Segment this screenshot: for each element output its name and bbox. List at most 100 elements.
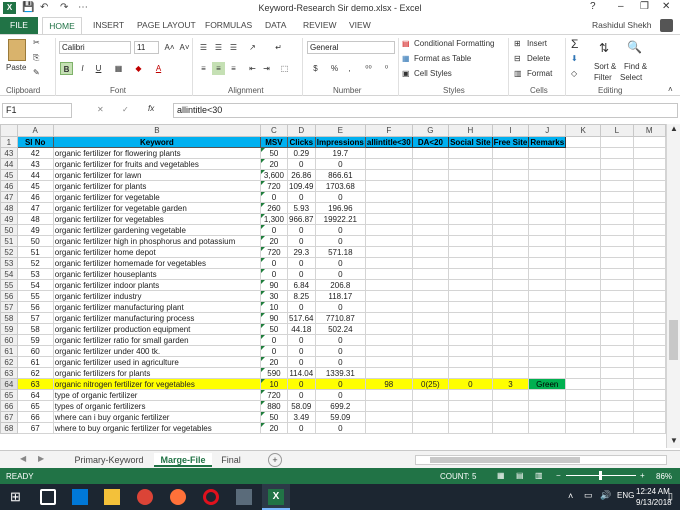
cell[interactable]: organic fertilizer production equipment [52,323,262,335]
wrap-text-icon[interactable]: ↵ [272,41,285,54]
windows-start-icon[interactable]: ⊞ [10,489,21,505]
cell[interactable]: 29.3 [286,246,316,258]
cell[interactable]: 50 [260,411,288,423]
cell[interactable]: 0 [314,345,366,357]
cell[interactable]: 10 [260,301,288,313]
cell[interactable] [528,180,567,192]
align-right-icon[interactable]: ≡ [227,62,240,75]
row-header[interactable]: 64 [0,378,18,390]
cell[interactable]: 0 [260,191,288,203]
row-header[interactable]: 51 [0,235,18,247]
cell[interactable] [632,191,667,203]
cell[interactable] [528,389,567,401]
cell[interactable]: 20 [260,235,288,247]
cell[interactable]: organic fertilizer manufacturing process [52,312,262,324]
cell[interactable]: 260 [260,202,288,214]
cell[interactable]: 0 [314,334,366,346]
cell[interactable] [491,224,530,236]
column-header[interactable]: C [260,124,288,137]
cell[interactable] [411,235,450,247]
autosum-icon[interactable]: Σ [571,37,578,51]
filter-label[interactable]: Filter [594,73,612,82]
cell[interactable]: 0.29 [286,147,316,159]
cell[interactable]: 67 [16,422,54,434]
cell[interactable]: 54 [16,279,54,291]
firefox-icon[interactable] [170,489,186,505]
cell[interactable]: 0 [260,224,288,236]
cell[interactable]: 0 [314,268,366,280]
cell[interactable] [491,389,530,401]
cell[interactable] [565,367,602,379]
cell[interactable] [448,268,493,280]
cell[interactable] [565,202,602,214]
cell[interactable] [632,290,667,302]
cell[interactable]: 571.18 [314,246,366,258]
cell[interactable] [565,422,602,434]
cell[interactable] [364,180,413,192]
cell[interactable] [565,356,602,368]
cell[interactable] [411,400,450,412]
cell[interactable] [364,367,413,379]
cell[interactable] [411,279,450,291]
cell[interactable]: 19.7 [314,147,366,159]
cell[interactable] [491,279,530,291]
cell[interactable]: organic fertilizer for fruits and vegeta… [52,158,262,170]
cell[interactable]: 3,600 [260,169,288,181]
orientation-icon[interactable]: ↗ [246,41,259,54]
cell[interactable] [448,400,493,412]
bold-button[interactable]: B [60,62,73,75]
align-middle-icon[interactable]: ☰ [212,41,225,54]
row-header[interactable]: 47 [0,191,18,203]
cell[interactable] [528,279,567,291]
cell[interactable]: 114.04 [286,367,316,379]
cell[interactable] [528,246,567,258]
cell[interactable]: 0 [286,356,316,368]
cell[interactable] [491,191,530,203]
cell[interactable] [411,411,450,423]
cell[interactable] [632,356,667,368]
comma-button[interactable]: , [343,62,356,75]
cell[interactable]: 0 [314,224,366,236]
cell[interactable]: 0 [260,257,288,269]
column-header[interactable]: L [600,124,634,137]
cell[interactable] [364,301,413,313]
cell[interactable] [528,312,567,324]
column-header[interactable]: G [411,124,450,137]
cell[interactable] [565,136,602,148]
cell[interactable] [528,301,567,313]
cell[interactable] [632,136,667,148]
cell[interactable] [600,290,634,302]
cell[interactable]: 206.8 [314,279,366,291]
cell[interactable] [448,257,493,269]
cell[interactable]: 55 [16,290,54,302]
cell[interactable]: organic nitrogen fertilizer for vegetabl… [52,378,262,390]
cell[interactable]: organic fertilizer for vegetable [52,191,262,203]
row-header[interactable]: 54 [0,268,18,280]
row-header[interactable]: 57 [0,301,18,313]
cell[interactable] [411,180,450,192]
cell[interactable] [565,224,602,236]
cell[interactable] [565,191,602,203]
cell[interactable] [632,213,667,225]
cell[interactable] [600,224,634,236]
cell[interactable]: 1703.68 [314,180,366,192]
cell[interactable] [491,213,530,225]
cell[interactable]: Impressions [314,136,366,148]
conditional-formatting-button[interactable]: Conditional Formatting [414,39,494,48]
cell[interactable] [600,356,634,368]
cell[interactable] [448,213,493,225]
row-header[interactable]: 62 [0,356,18,368]
cell[interactable]: organic fertilizers for plants [52,367,262,379]
cell[interactable]: Keyword [52,136,262,148]
cell[interactable] [364,345,413,357]
cell[interactable] [364,400,413,412]
find-select-icon[interactable]: 🔍 [627,40,642,54]
cell[interactable] [565,301,602,313]
row-header[interactable]: 53 [0,257,18,269]
cell[interactable]: organic fertilizer indoor plants [52,279,262,291]
row-header[interactable]: 52 [0,246,18,258]
close-button[interactable]: ✕ [662,1,670,12]
cell[interactable] [565,345,602,357]
cell[interactable]: 0 [260,334,288,346]
cell[interactable] [632,279,667,291]
